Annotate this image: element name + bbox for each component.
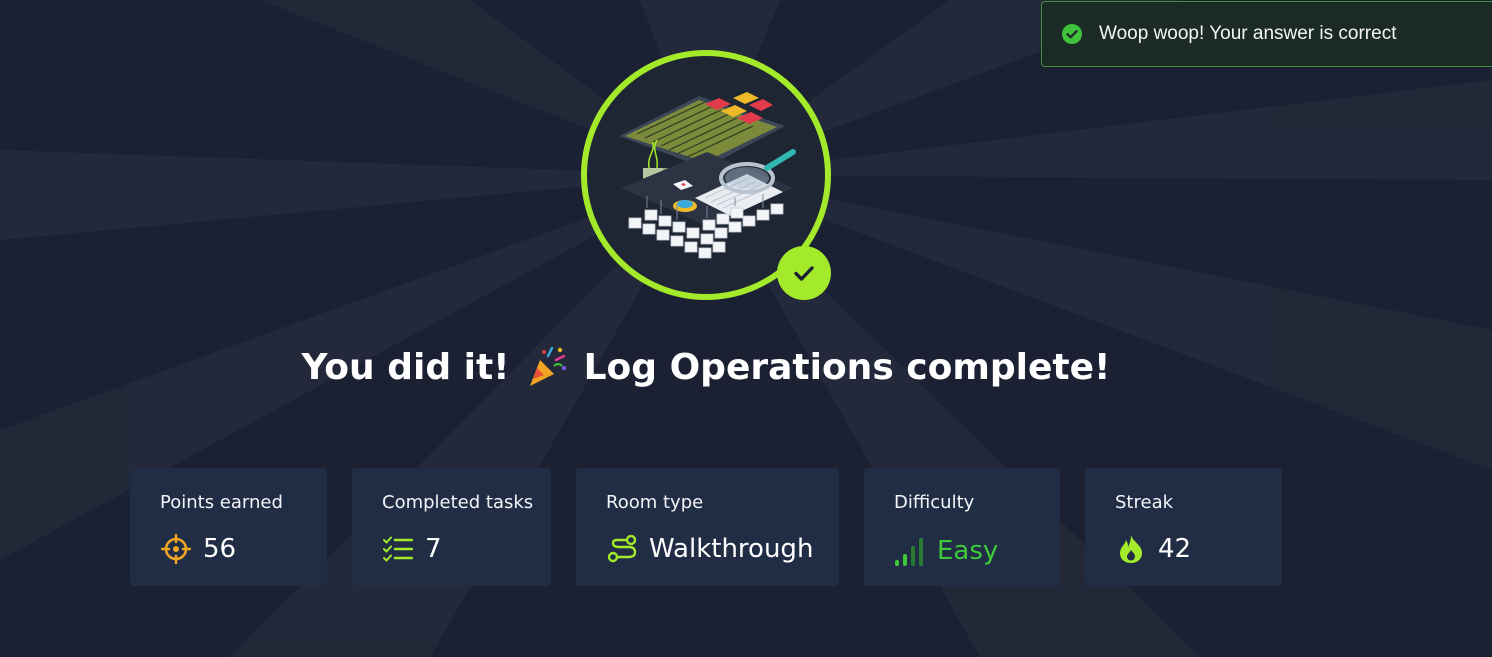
flame-icon [1115,533,1147,565]
stat-label: Difficulty [894,492,975,513]
stat-card-completed-tasks: Completed tasks 7 [352,468,551,586]
stat-card-points: Points earned 56 [130,468,327,586]
stat-value: Easy [937,536,999,566]
stat-label: Completed tasks [382,492,534,513]
stat-card-room-type: Room type Walkthrough [576,468,839,586]
check-circle-icon [1061,23,1083,45]
checklist-icon [382,533,414,565]
route-icon [606,533,638,565]
target-icon [160,533,192,565]
stat-card-streak: Streak 42 [1085,468,1282,586]
headline-prefix: You did it! [301,346,510,388]
stat-label: Points earned [160,492,283,513]
party-popper-icon [526,346,568,388]
completion-headline: You did it! Log Operations complete! [0,346,1412,388]
stat-value: Walkthrough [649,534,814,564]
checkmark-icon [777,246,831,300]
toast-message: Woop woop! Your answer is correct [1099,23,1397,44]
stat-card-difficulty: Difficulty Easy [864,468,1060,586]
signal-bars-icon [894,535,926,567]
stat-label: Streak [1115,492,1174,513]
stat-label: Room type [606,492,704,513]
stat-value: 42 [1158,534,1192,564]
room-badge [581,50,831,300]
stat-value: 7 [425,534,442,564]
headline-suffix: Log Operations complete! [583,346,1111,388]
success-toast[interactable]: Woop woop! Your answer is correct [1041,1,1492,67]
stat-value: 56 [203,534,237,564]
